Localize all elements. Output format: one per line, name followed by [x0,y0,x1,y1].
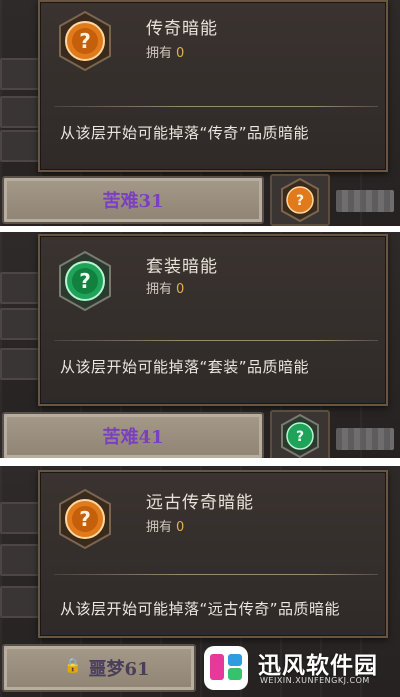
orange-question-gem-icon: ? [54,10,116,72]
tooltip-title: 套装暗能 [146,257,218,277]
background-row [0,58,40,90]
background-row [0,96,40,128]
reward-slot[interactable]: ? [270,410,330,458]
watermark-domain: WEIXIN.XUNFENGKJ.COM [260,676,370,685]
site-watermark: 迅风软件园 WEIXIN.XUNFENGKJ.COM [200,642,396,694]
tooltip-description: 从该层开始可能掉落“远古传奇”品质暗能 [60,600,341,618]
xunfeng-logo-icon [204,646,248,690]
floor-label: 苦难41 [102,427,164,448]
floor-label: 噩梦61 [88,659,150,680]
divider [54,106,378,107]
floor-button-torment-31[interactable]: 苦难31 [2,176,264,224]
item-tooltip: ? 远古传奇暗能 拥有 0 从该层开始可能掉落“远古传奇”品质暗能 [38,470,388,638]
background-row [0,130,40,162]
green-question-gem-icon: ? [54,250,116,312]
divider [54,340,378,341]
orange-question-gem-icon: ? [54,488,116,550]
background-row [0,544,40,576]
item-tooltip: ? 传奇暗能 拥有 0 从该层开始可能掉落“传奇”品质暗能 [38,0,388,172]
reward-slot[interactable]: ? [270,174,330,226]
tooltip-title: 传奇暗能 [146,19,218,39]
item-tooltip: ? 套装暗能 拥有 0 从该层开始可能掉落“套装”品质暗能 [38,234,388,406]
tooltip-title: 远古传奇暗能 [146,493,254,513]
green-question-gem-icon: ? [281,414,319,458]
divider [54,574,378,575]
screenshot-panel-legendary: ? 传奇暗能 拥有 0 从该层开始可能掉落“传奇”品质暗能 苦难31 ? [0,0,400,226]
tooltip-description: 从该层开始可能掉落“套装”品质暗能 [60,358,310,376]
background-row [0,308,40,340]
background-row [0,272,40,304]
tooltip-description: 从该层开始可能掉落“传奇”品质暗能 [60,124,310,142]
svg-text:?: ? [296,429,304,445]
svg-text:?: ? [79,29,91,53]
owned-count: 拥有 0 [146,520,185,535]
background-row [0,502,40,534]
screenshot-panel-set: ? 套装暗能 拥有 0 从该层开始可能掉落“套装”品质暗能 苦难41 ? [0,232,400,458]
floor-button-torment-41[interactable]: 苦难41 [2,412,264,458]
svg-text:?: ? [79,507,91,531]
svg-text:?: ? [296,193,304,209]
background-row [0,586,40,618]
blurred-info [336,190,394,212]
orange-question-gem-icon: ? [281,178,319,222]
watermark-name: 迅风软件园 [258,653,378,679]
blurred-info [336,428,394,450]
floor-button-nightmare-61[interactable]: 🔒 噩梦61 [2,644,196,692]
owned-count: 拥有 0 [146,46,185,61]
owned-count: 拥有 0 [146,282,185,297]
background-row [0,348,40,380]
floor-label: 苦难31 [102,191,164,212]
svg-text:?: ? [79,269,91,293]
